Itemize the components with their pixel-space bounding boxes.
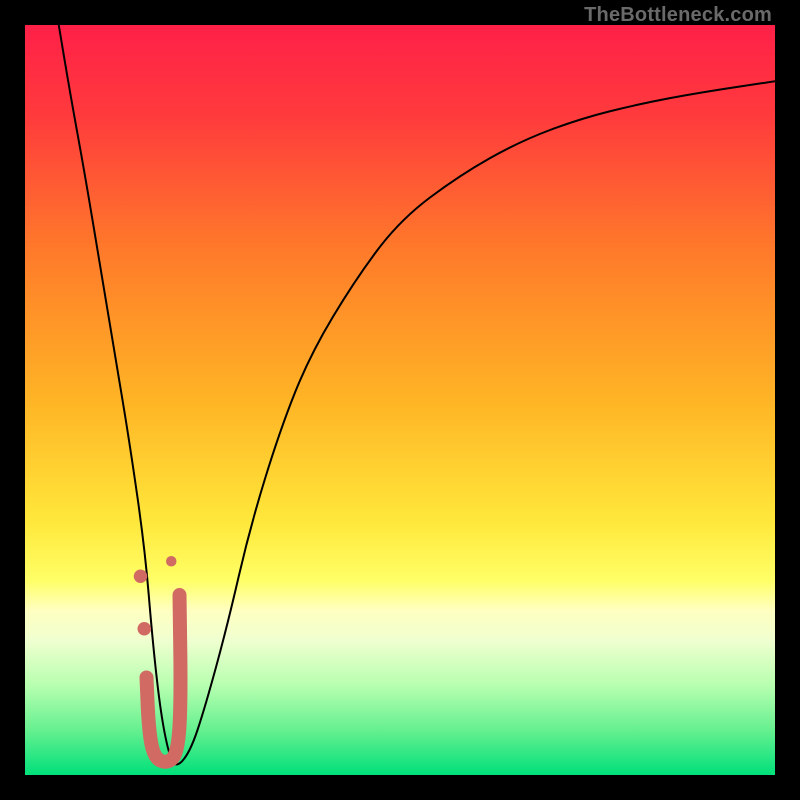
chart-frame: TheBottleneck.com [0,0,800,800]
hook-top-small [166,556,177,567]
curve-layer [25,25,775,775]
bottleneck-curve [59,25,775,764]
watermark-text: TheBottleneck.com [584,4,772,27]
dot-upper [134,570,148,584]
plot-area [25,25,775,775]
dot-lower [138,622,152,636]
